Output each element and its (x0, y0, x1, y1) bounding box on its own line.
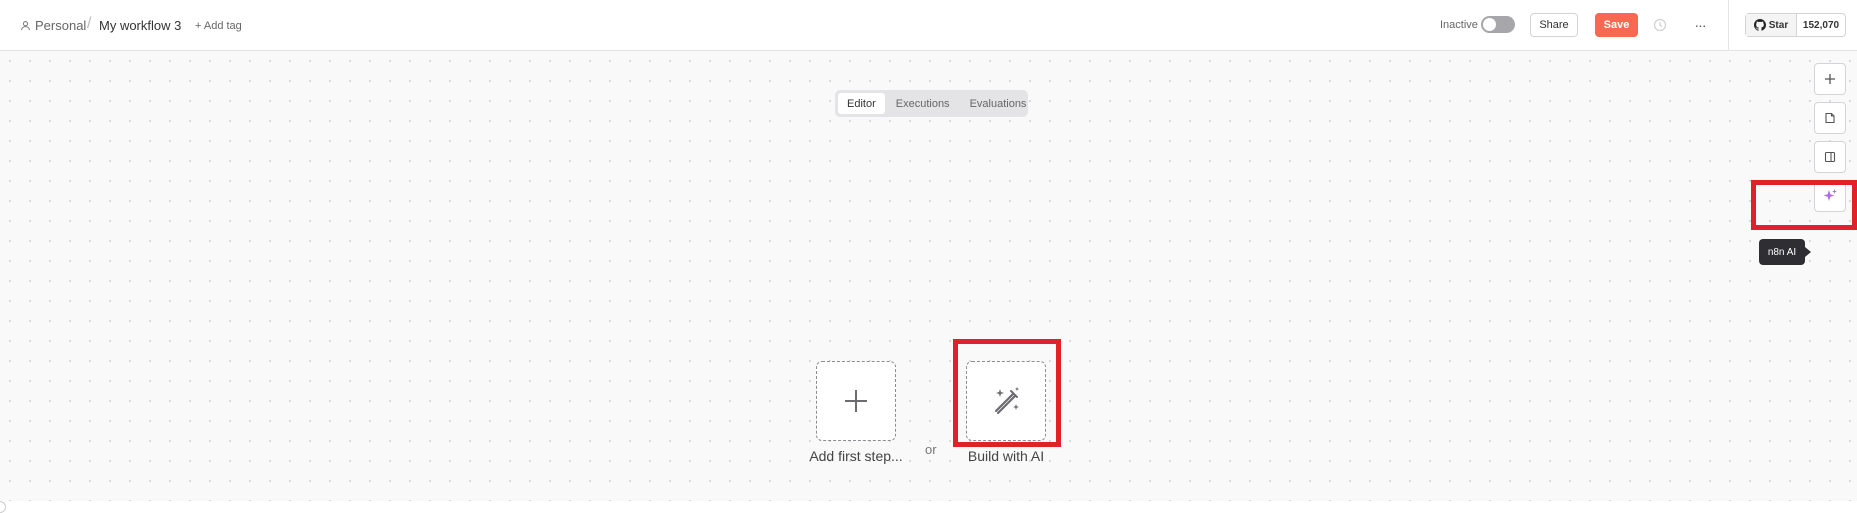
user-icon (21, 21, 30, 31)
github-star-label: Star (1768, 19, 1789, 31)
sidebar-collapse-handle[interactable] (0, 501, 6, 513)
save-button[interactable]: Save (1595, 13, 1638, 37)
more-options-icon[interactable]: ··· (1691, 17, 1709, 33)
n8n-ai-button[interactable] (1814, 180, 1846, 212)
tooltip-arrow (1805, 247, 1811, 257)
workflow-canvas[interactable]: Editor Executions Evaluations n8n AI Add… (0, 51, 1857, 513)
breadcrumb-personal[interactable]: Personal (20, 18, 86, 33)
toggle-panel-button[interactable] (1814, 141, 1846, 173)
github-icon (1753, 19, 1766, 31)
history-icon[interactable] (1652, 17, 1668, 33)
plus-icon (1825, 74, 1835, 84)
sparkle-icon (1823, 189, 1837, 201)
build-with-ai-label: Build with AI (967, 448, 1045, 464)
header-divider (1728, 0, 1729, 51)
tab-executions[interactable]: Executions (887, 93, 959, 114)
or-label: or (925, 442, 937, 457)
status-label: Inactive (1440, 19, 1478, 31)
build-with-ai-button[interactable] (966, 361, 1046, 441)
tab-evaluations[interactable]: Evaluations (961, 93, 1036, 114)
add-tag-button[interactable]: + Add tag (195, 20, 242, 32)
add-sticky-note-button[interactable] (1814, 102, 1846, 134)
plus-icon (845, 390, 867, 412)
n8n-ai-tooltip: n8n AI (1759, 239, 1805, 265)
github-star-count: 152,070 (1802, 19, 1840, 31)
view-tabs: Editor Executions Evaluations (835, 90, 1028, 117)
github-star-button[interactable]: Star 152,070 (1745, 13, 1846, 37)
workflow-title[interactable]: My workflow 3 (99, 18, 181, 33)
tab-editor[interactable]: Editor (838, 93, 885, 114)
magic-wand-icon (994, 387, 1019, 415)
panel-icon (1824, 151, 1836, 163)
breadcrumb-separator: / (87, 15, 92, 32)
toggle-knob (1483, 18, 1496, 31)
add-first-step-button[interactable] (816, 361, 896, 441)
active-toggle[interactable] (1481, 16, 1515, 33)
add-first-step-label: Add first step... (809, 448, 903, 464)
breadcrumb-personal-label: Personal (35, 18, 87, 33)
sticky-note-icon (1825, 112, 1835, 124)
top-header: Personal / My workflow 3 + Add tag Inact… (0, 0, 1857, 51)
add-node-button[interactable] (1814, 63, 1846, 95)
share-button[interactable]: Share (1530, 13, 1578, 37)
github-star-left: Star (1746, 14, 1797, 36)
